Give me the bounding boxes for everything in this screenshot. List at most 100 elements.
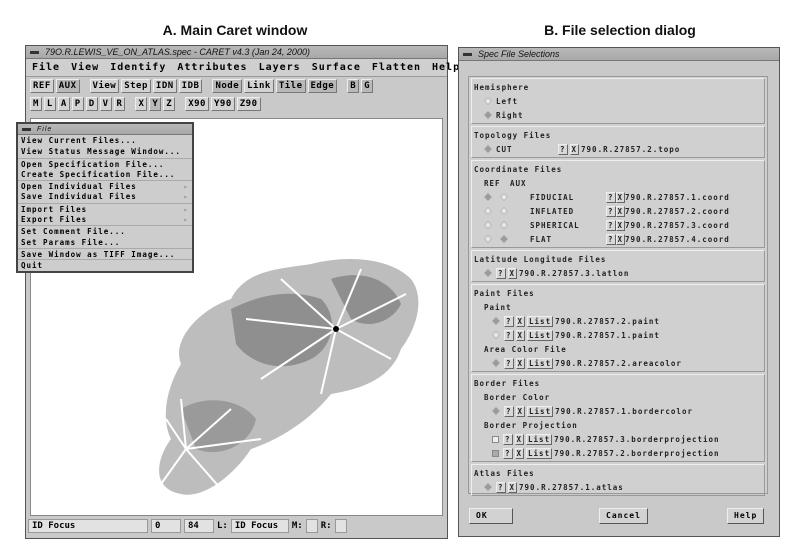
list-button[interactable]: List	[527, 315, 554, 327]
info-button[interactable]: ?	[606, 233, 616, 245]
info-button[interactable]: ?	[558, 143, 568, 155]
info-button[interactable]: ?	[496, 267, 506, 279]
info-button[interactable]: ?	[504, 357, 514, 369]
toolbar-button-a[interactable]: A	[57, 97, 70, 111]
menu-item[interactable]: View Current Files...	[18, 135, 192, 146]
toolbar-button-aux[interactable]: AUX	[55, 79, 80, 93]
toolbar-button-v[interactable]: V	[99, 97, 112, 111]
radio-button[interactable]	[500, 207, 508, 215]
clear-button[interactable]: X	[514, 433, 525, 445]
toolbar-button-y[interactable]: Y	[149, 97, 162, 111]
toolbar-button-l[interactable]: L	[43, 97, 56, 111]
menu-tearoff-icon[interactable]	[22, 127, 31, 131]
menu-identify[interactable]: Identify	[110, 62, 166, 73]
checkbox[interactable]	[492, 449, 499, 457]
toolbar-button-idn[interactable]: IDN	[152, 79, 177, 93]
menu-help[interactable]: Help	[432, 62, 460, 73]
radio-button[interactable]	[492, 331, 500, 339]
radio-button[interactable]	[500, 235, 508, 243]
cancel-button[interactable]: Cancel	[599, 508, 648, 524]
info-button[interactable]: ?	[503, 433, 513, 445]
menu-attributes[interactable]: Attributes	[177, 62, 247, 73]
clear-button[interactable]: X	[515, 315, 526, 327]
toolbar-button-node[interactable]: Node	[212, 79, 243, 93]
help-button[interactable]: Help	[727, 508, 765, 524]
menu-view[interactable]: View	[71, 62, 99, 73]
list-button[interactable]: List	[526, 447, 553, 459]
radio-button[interactable]	[484, 97, 492, 105]
menu-item[interactable]: Create Specification File...	[18, 169, 192, 180]
radio-button[interactable]	[500, 221, 508, 229]
info-button[interactable]: ?	[496, 481, 506, 493]
radio-button[interactable]	[484, 483, 492, 491]
clear-button[interactable]: X	[507, 481, 518, 493]
radio-button[interactable]	[500, 193, 508, 201]
radio-button[interactable]	[484, 269, 492, 277]
menu-item[interactable]: View Status Message Window...	[18, 146, 192, 157]
toolbar-button-ref[interactable]: REF	[30, 79, 54, 93]
checkbox[interactable]	[492, 435, 499, 443]
info-button[interactable]: ?	[504, 405, 514, 417]
radio-button[interactable]	[484, 207, 492, 215]
toolbar-button-p[interactable]: P	[71, 97, 84, 111]
clear-button[interactable]: X	[615, 205, 626, 217]
menu-file[interactable]: File	[32, 62, 60, 73]
radio-button[interactable]	[492, 407, 500, 415]
clear-button[interactable]: X	[615, 219, 626, 231]
menu-item[interactable]: Set Params File...	[18, 237, 192, 248]
info-button[interactable]: ?	[606, 205, 616, 217]
toolbar-button-z90[interactable]: Z90	[236, 97, 261, 111]
clear-button[interactable]: X	[569, 143, 580, 155]
info-button[interactable]: ?	[606, 219, 616, 231]
toolbar-button-step[interactable]: Step	[121, 79, 151, 93]
toolbar-button-edge[interactable]: Edge	[307, 79, 338, 93]
radio-button[interactable]	[484, 111, 492, 119]
list-button[interactable]: List	[526, 433, 553, 445]
clear-button[interactable]: X	[615, 191, 626, 203]
toolbar-button-y90[interactable]: Y90	[210, 97, 235, 111]
clear-button[interactable]: X	[514, 447, 525, 459]
radio-button[interactable]	[484, 221, 492, 229]
toolbar-button-g[interactable]: G	[361, 79, 374, 93]
menu-item[interactable]: Open Specification File...	[18, 157, 192, 169]
menu-item[interactable]: Set Comment File...	[18, 225, 192, 236]
clear-button[interactable]: X	[515, 405, 526, 417]
menu-item[interactable]: Open Individual Files ▸	[18, 180, 192, 191]
window-menu-icon[interactable]	[30, 50, 39, 54]
ok-button[interactable]: OK	[469, 508, 513, 524]
toolbar-button-d[interactable]: D	[85, 97, 98, 111]
clear-button[interactable]: X	[615, 233, 626, 245]
toolbar-button-tile[interactable]: Tile	[275, 79, 306, 93]
toolbar-button-x[interactable]: X	[135, 97, 148, 111]
menu-item[interactable]: Save Window as TIFF Image...	[18, 247, 192, 259]
radio-button[interactable]	[492, 359, 500, 367]
list-button[interactable]: List	[527, 329, 554, 341]
toolbar-button-m[interactable]: M	[30, 97, 42, 111]
list-button[interactable]: List	[527, 357, 554, 369]
menu-item[interactable]: Quit	[18, 259, 192, 270]
toolbar-button-r[interactable]: R	[113, 97, 126, 111]
menu-item[interactable]: Export Files ▸	[18, 214, 192, 225]
window-menu-icon[interactable]	[463, 52, 472, 56]
menu-item[interactable]: Save Individual Files ▸	[18, 191, 192, 202]
info-button[interactable]: ?	[503, 447, 513, 459]
list-button[interactable]: List	[527, 405, 554, 417]
info-button[interactable]: ?	[606, 191, 616, 203]
radio-button[interactable]	[484, 193, 492, 201]
clear-button[interactable]: X	[507, 267, 518, 279]
menu-surface[interactable]: Surface	[312, 62, 361, 73]
info-button[interactable]: ?	[504, 329, 514, 341]
menu-layers[interactable]: Layers	[259, 62, 301, 73]
toolbar-button-z[interactable]: Z	[163, 97, 176, 111]
clear-button[interactable]: X	[515, 329, 526, 341]
menu-item[interactable]: Import Files ▸	[18, 202, 192, 214]
toolbar-button-view[interactable]: View	[89, 79, 120, 93]
toolbar-button-link[interactable]: Link	[244, 79, 274, 93]
menu-flatten[interactable]: Flatten	[372, 62, 421, 73]
radio-button[interactable]	[492, 317, 500, 325]
radio-button[interactable]	[484, 145, 492, 153]
toolbar-button-idb[interactable]: IDB	[178, 79, 203, 93]
clear-button[interactable]: X	[515, 357, 526, 369]
toolbar-button-b[interactable]: B	[347, 79, 360, 93]
info-button[interactable]: ?	[504, 315, 514, 327]
